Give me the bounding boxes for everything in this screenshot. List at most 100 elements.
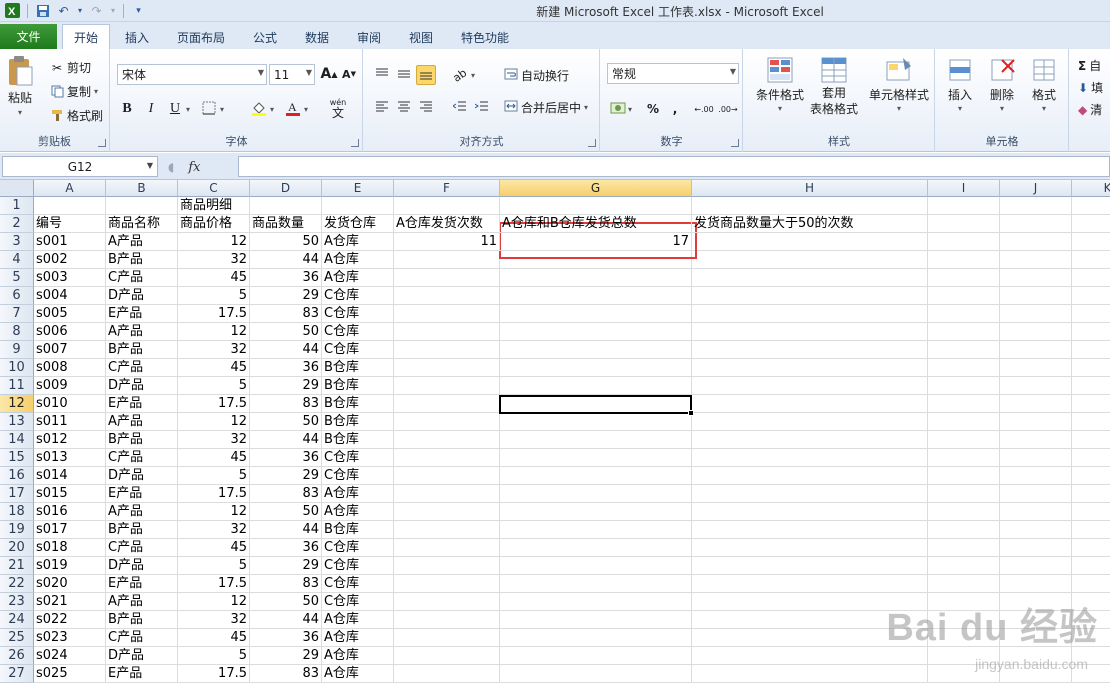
cell-a5[interactable]: s003	[34, 269, 106, 287]
cell-c18[interactable]: 12	[178, 503, 250, 521]
cell-e3[interactable]: A仓库	[322, 233, 394, 251]
align-center-button[interactable]	[394, 97, 414, 117]
cell-e11[interactable]: B仓库	[322, 377, 394, 395]
cell-d10[interactable]: 36	[250, 359, 322, 377]
fill-handle[interactable]	[688, 410, 694, 416]
cell-e21[interactable]: C仓库	[322, 557, 394, 575]
cell-k27[interactable]	[1072, 665, 1110, 683]
column-header-h[interactable]: H	[692, 180, 928, 197]
cell-g14[interactable]	[500, 431, 692, 449]
cell-g1[interactable]	[500, 197, 692, 215]
cell-g15[interactable]	[500, 449, 692, 467]
cell-a8[interactable]: s006	[34, 323, 106, 341]
cell-b6[interactable]: D产品	[106, 287, 178, 305]
comma-button[interactable]: ,	[665, 99, 685, 119]
cell-f10[interactable]	[394, 359, 500, 377]
cell-c5[interactable]: 45	[178, 269, 250, 287]
row-header-22[interactable]: 22	[0, 575, 34, 593]
cell-d8[interactable]: 50	[250, 323, 322, 341]
cell-k2[interactable]	[1072, 215, 1110, 233]
cell-j3[interactable]	[1000, 233, 1072, 251]
cell-d2[interactable]: 商品数量	[250, 215, 322, 233]
cell-g4[interactable]	[500, 251, 692, 269]
cell-a22[interactable]: s020	[34, 575, 106, 593]
cell-k25[interactable]	[1072, 629, 1110, 647]
cell-k13[interactable]	[1072, 413, 1110, 431]
cell-h8[interactable]	[692, 323, 928, 341]
cell-f6[interactable]	[394, 287, 500, 305]
column-header-i[interactable]: I	[928, 180, 1000, 197]
column-header-e[interactable]: E	[322, 180, 394, 197]
format-painter-button[interactable]: 格式刷	[50, 107, 103, 124]
cell-j8[interactable]	[1000, 323, 1072, 341]
cell-g10[interactable]	[500, 359, 692, 377]
cell-a7[interactable]: s005	[34, 305, 106, 323]
row-header-23[interactable]: 23	[0, 593, 34, 611]
cell-e27[interactable]: A仓库	[322, 665, 394, 683]
clear-button[interactable]: ◆ 清	[1078, 101, 1102, 118]
cell-e8[interactable]: C仓库	[322, 323, 394, 341]
cell-i18[interactable]	[928, 503, 1000, 521]
cell-h14[interactable]	[692, 431, 928, 449]
cell-d6[interactable]: 29	[250, 287, 322, 305]
row-header-14[interactable]: 14	[0, 431, 34, 449]
cell-j16[interactable]	[1000, 467, 1072, 485]
cell-d24[interactable]: 44	[250, 611, 322, 629]
cell-f18[interactable]	[394, 503, 500, 521]
row-header-24[interactable]: 24	[0, 611, 34, 629]
cell-h17[interactable]	[692, 485, 928, 503]
row-header-8[interactable]: 8	[0, 323, 34, 341]
cell-f8[interactable]	[394, 323, 500, 341]
cell-a24[interactable]: s022	[34, 611, 106, 629]
cell-a26[interactable]: s024	[34, 647, 106, 665]
cell-k15[interactable]	[1072, 449, 1110, 467]
row-header-7[interactable]: 7	[0, 305, 34, 323]
cell-g24[interactable]	[500, 611, 692, 629]
insert-cells-button[interactable]: 插入 ▾	[940, 55, 980, 113]
cell-b5[interactable]: C产品	[106, 269, 178, 287]
phonetic-button[interactable]: wén 文	[325, 95, 351, 123]
cell-k16[interactable]	[1072, 467, 1110, 485]
cell-c6[interactable]: 5	[178, 287, 250, 305]
cell-c21[interactable]: 5	[178, 557, 250, 575]
cell-d9[interactable]: 44	[250, 341, 322, 359]
cell-h16[interactable]	[692, 467, 928, 485]
cell-h6[interactable]	[692, 287, 928, 305]
cell-c15[interactable]: 45	[178, 449, 250, 467]
cell-d16[interactable]: 29	[250, 467, 322, 485]
cell-i14[interactable]	[928, 431, 1000, 449]
tab-home[interactable]: 开始	[62, 24, 110, 50]
font-size-combo[interactable]: 11 ▼	[269, 64, 315, 85]
cell-f5[interactable]	[394, 269, 500, 287]
cell-e2[interactable]: 发货仓库	[322, 215, 394, 233]
cell-d25[interactable]: 36	[250, 629, 322, 647]
cell-k24[interactable]	[1072, 611, 1110, 629]
cell-e25[interactable]: A仓库	[322, 629, 394, 647]
cell-a16[interactable]: s014	[34, 467, 106, 485]
row-header-5[interactable]: 5	[0, 269, 34, 287]
cell-d22[interactable]: 83	[250, 575, 322, 593]
cell-g3[interactable]: 17	[500, 233, 692, 251]
cell-g25[interactable]	[500, 629, 692, 647]
cell-b13[interactable]: A产品	[106, 413, 178, 431]
cell-b21[interactable]: D产品	[106, 557, 178, 575]
cell-i25[interactable]	[928, 629, 1000, 647]
row-header-25[interactable]: 25	[0, 629, 34, 647]
cell-g16[interactable]	[500, 467, 692, 485]
column-header-g[interactable]: G	[500, 180, 692, 197]
column-header-k[interactable]: K	[1072, 180, 1110, 197]
cell-e7[interactable]: C仓库	[322, 305, 394, 323]
cell-d3[interactable]: 50	[250, 233, 322, 251]
cell-c3[interactable]: 12	[178, 233, 250, 251]
cell-f12[interactable]	[394, 395, 500, 413]
cell-g13[interactable]	[500, 413, 692, 431]
select-all-corner[interactable]	[0, 180, 34, 197]
cell-a25[interactable]: s023	[34, 629, 106, 647]
cell-d15[interactable]: 36	[250, 449, 322, 467]
cell-k17[interactable]	[1072, 485, 1110, 503]
cell-g18[interactable]	[500, 503, 692, 521]
cell-f9[interactable]	[394, 341, 500, 359]
cell-b19[interactable]: B产品	[106, 521, 178, 539]
font-name-combo[interactable]: 宋体 ▼	[117, 64, 267, 85]
cell-c16[interactable]: 5	[178, 467, 250, 485]
